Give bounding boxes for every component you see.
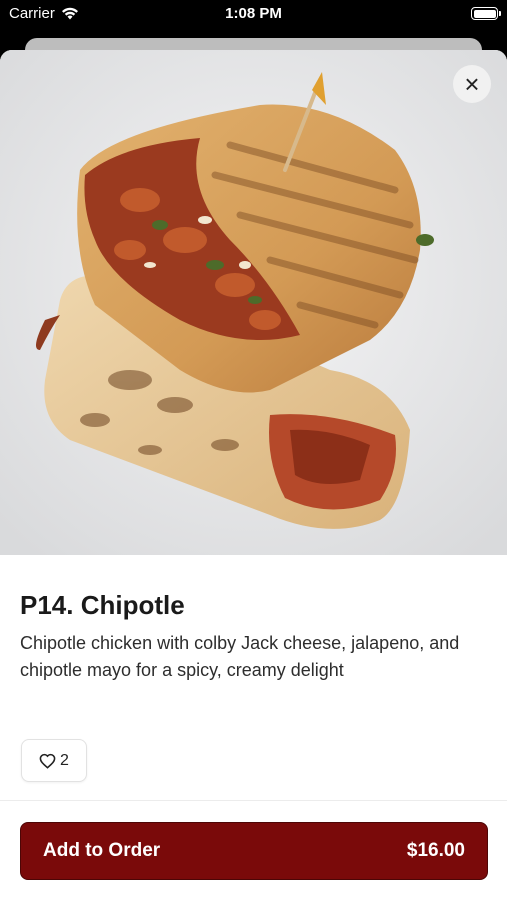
divider (0, 800, 507, 801)
item-description: Chipotle chicken with colby Jack cheese,… (20, 633, 460, 680)
item-title: P14. Chipotle (20, 590, 185, 620)
item-photo: × (0, 50, 507, 555)
add-to-order-label: Add to Order (43, 840, 161, 861)
heart-icon (39, 753, 56, 769)
battery-icon (471, 7, 501, 20)
close-icon: × (464, 69, 480, 99)
wrap-illustration (0, 50, 507, 555)
status-bar: Carrier 1:08 PM (0, 0, 507, 30)
like-button[interactable]: 2 (21, 739, 87, 782)
price-label: $16.00 (406, 840, 465, 861)
close-button[interactable]: × (453, 65, 491, 103)
status-time: 1:08 PM (225, 5, 282, 22)
item-detail-sheet: × P14. Chipotle Chipotle chicken with co… (0, 50, 507, 900)
like-count: 2 (60, 751, 69, 769)
add-to-order-button[interactable]: Add to Order $16.00 (20, 822, 488, 880)
